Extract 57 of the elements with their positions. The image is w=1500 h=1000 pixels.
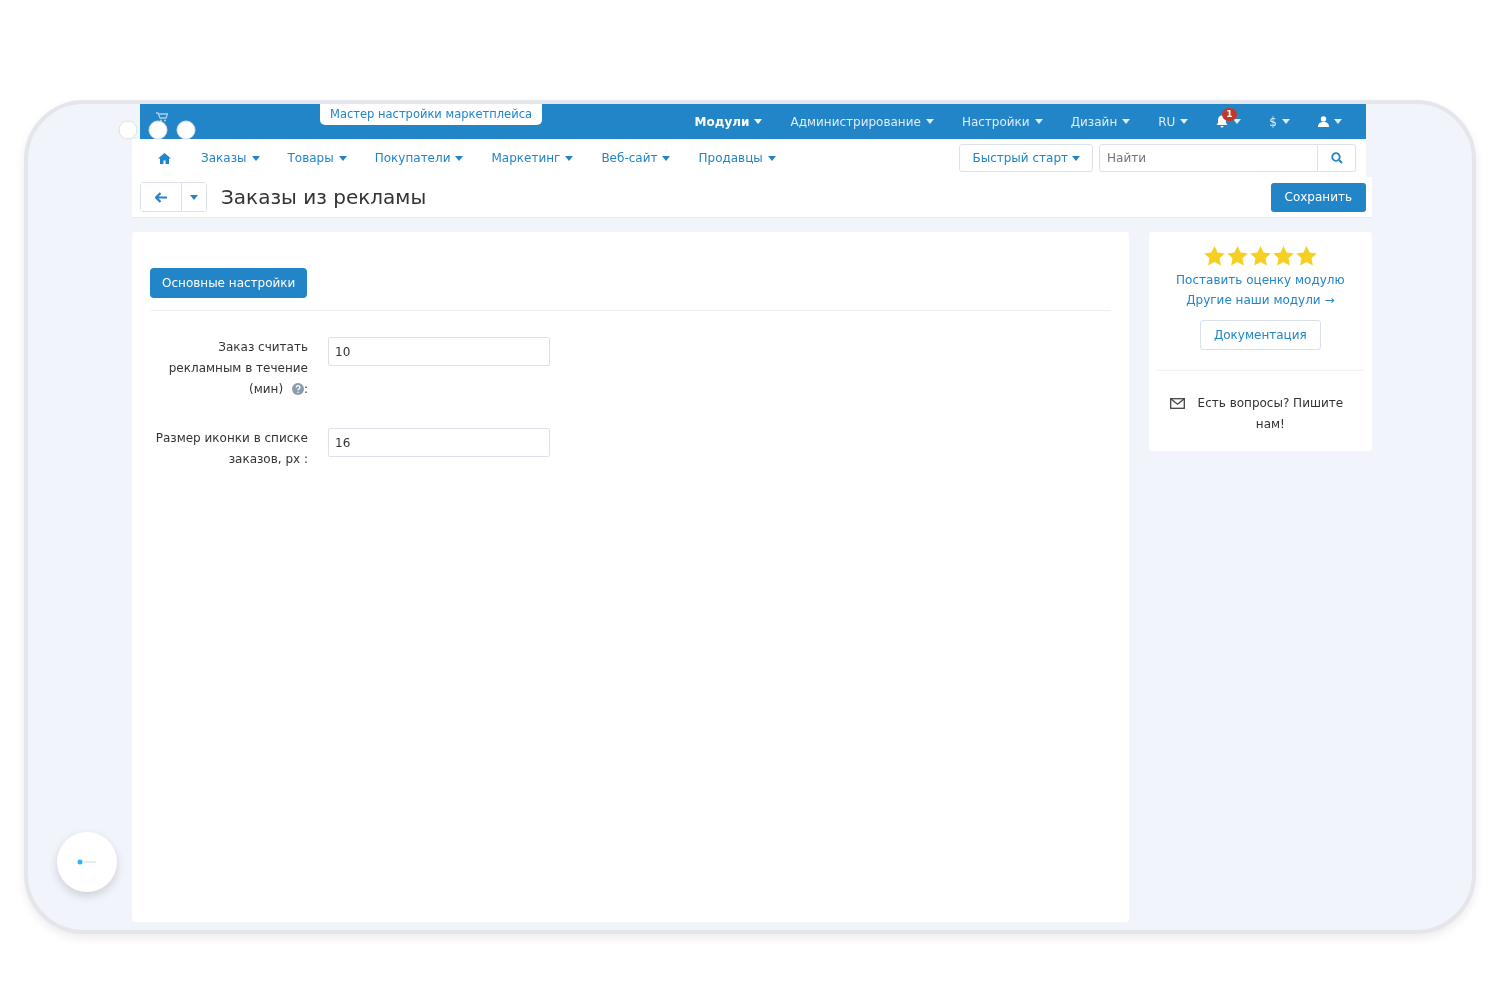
caret-icon: [455, 155, 464, 161]
notifications-button[interactable]: 1: [1202, 104, 1256, 139]
nav-menu-item[interactable]: Маркетинг: [477, 151, 588, 165]
nav-menu-item[interactable]: Покупатели: [360, 151, 478, 165]
rate-module-link[interactable]: Поставить оценку модулю: [1176, 270, 1345, 290]
dropdown-button[interactable]: [181, 183, 206, 211]
other-modules-link[interactable]: Другие наши модули →: [1186, 290, 1335, 310]
caret-icon: [1180, 119, 1189, 124]
caret-icon: [1233, 119, 1242, 124]
text-input[interactable]: 10: [328, 337, 550, 366]
caret-icon: [190, 194, 198, 200]
cart-icon: [156, 112, 168, 122]
save-button[interactable]: Сохранить: [1270, 182, 1366, 212]
menu-item[interactable]: RU: [1144, 104, 1203, 139]
search-icon: [1330, 152, 1343, 164]
star-icon[interactable]: [1249, 246, 1271, 266]
wizard-tab[interactable]: Мастер настройки маркетплейса: [320, 104, 543, 125]
nav-menu-item[interactable]: Веб-сайт: [587, 151, 685, 165]
caret-icon: [1122, 119, 1131, 124]
menu-item[interactable]: Настройки: [947, 104, 1057, 139]
caret-icon: [767, 155, 776, 161]
nav-menu-item[interactable]: Товары: [273, 151, 361, 165]
star-icon[interactable]: [1203, 246, 1225, 266]
caret-icon: [1034, 119, 1043, 124]
star-icon[interactable]: [1226, 246, 1248, 266]
contact-text: Есть вопросы? Пишите нам!: [1196, 395, 1345, 433]
caret-icon: [565, 155, 574, 161]
search-field[interactable]: Найти: [1099, 144, 1318, 172]
arrow-left-icon: [154, 191, 168, 203]
home-icon: [158, 152, 171, 164]
caret-icon: [662, 155, 671, 161]
documentation-button[interactable]: Документация: [1199, 320, 1321, 350]
currency-menu[interactable]: $: [1255, 104, 1304, 139]
nav-menu-item[interactable]: Заказы: [187, 151, 274, 165]
field-label: Размер иконки в списке заказов, px :: [154, 430, 308, 468]
settings-tab[interactable]: Основные настройки: [150, 268, 308, 298]
user-icon: [1318, 116, 1329, 127]
star-icon[interactable]: [1295, 246, 1317, 266]
page-title: Заказы из рекламы: [221, 185, 427, 209]
nav-menu-item[interactable]: Продавцы: [684, 151, 790, 165]
quick-start-button[interactable]: Быстрый старт: [959, 144, 1093, 172]
dot-icon: [77, 859, 97, 865]
menu-item[interactable]: Администрирование: [776, 104, 948, 139]
field-label: Заказ считать рекламным в течение (мин) :: [167, 339, 308, 398]
search-button[interactable]: [1318, 144, 1356, 172]
caret-icon: [338, 155, 347, 161]
caret-icon: [1282, 119, 1290, 124]
caret-icon: [925, 119, 934, 124]
menu-item[interactable]: Модули: [680, 104, 777, 139]
caret-icon: [251, 155, 260, 161]
caret-icon: [1072, 155, 1080, 161]
notification-badge: 1: [1222, 108, 1237, 121]
text-input[interactable]: 16: [328, 428, 550, 457]
caret-icon: [1334, 119, 1342, 124]
menu-item[interactable]: Дизайн: [1056, 104, 1145, 139]
caret-icon: [754, 119, 763, 124]
star-icon[interactable]: [1272, 246, 1294, 266]
